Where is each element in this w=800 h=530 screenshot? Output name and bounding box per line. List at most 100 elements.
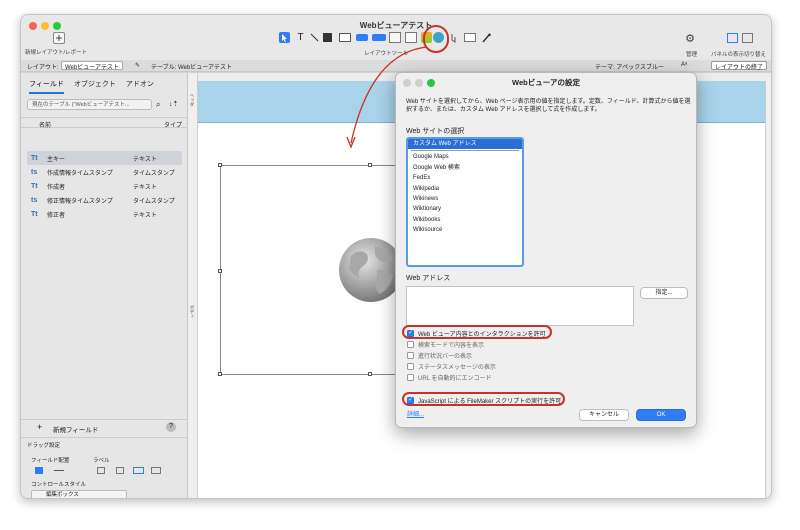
new-field-row[interactable]: + 新規フィールド ?	[21, 419, 188, 434]
format-painter-icon[interactable]	[449, 32, 459, 43]
field-type: タイムスタンプ	[133, 198, 175, 205]
aa-label[interactable]: Aᵃ	[681, 62, 687, 68]
col-type: タイプ	[164, 123, 183, 129]
field-row[interactable]: ts 作成情報タイムスタンプ タイムスタンプ	[27, 165, 182, 179]
option-row[interactable]: ステータスメッセージの表示	[407, 361, 496, 371]
website-list-item[interactable]: Wikipedia	[408, 184, 522, 194]
portal-tool-icon[interactable]	[405, 32, 417, 43]
option-label: ステータスメッセージの表示	[418, 364, 496, 371]
theme-label: テーマ: アペックスブルー	[595, 65, 665, 71]
web-address-field[interactable]	[406, 286, 634, 326]
text-field-icon: Tt	[31, 210, 38, 218]
rectangle-tool-icon[interactable]	[323, 33, 332, 42]
manage-label: 管理	[686, 52, 698, 58]
fields-pane: フィールド オブジェクト アドオン 現在のテーブル ("Webビューアテスト..…	[21, 73, 188, 498]
specify-button[interactable]: 指定...	[640, 287, 688, 299]
drag-settings: ドラッグ設定 フィールド配置 ラベル コントロールスタイル 編集ボックス	[21, 437, 188, 498]
option-label: URL を自動的にエンコード	[418, 375, 492, 382]
exit-layout-button[interactable]: レイアウトの終了	[711, 61, 768, 71]
canvas-scrollbar[interactable]	[765, 81, 771, 498]
tab-fields[interactable]: フィールド	[29, 79, 64, 94]
checkbox-icon[interactable]	[407, 373, 414, 381]
cancel-button[interactable]: キャンセル	[579, 409, 629, 421]
checkbox-icon[interactable]	[407, 362, 414, 370]
resize-handle[interactable]	[368, 372, 372, 376]
site-heading: Web サイトの選択	[406, 128, 465, 135]
right-panel-toggle-icon[interactable]	[742, 33, 753, 43]
resize-handle[interactable]	[218, 269, 222, 273]
web-viewer-setup-dialog: Webビューアの設定 Web サイトを選択してから、Web ページ表示用の値を指…	[395, 72, 697, 428]
sidebar-tabs: フィールド オブジェクト アドオン	[29, 79, 154, 94]
website-list-item[interactable]: FedEx	[408, 173, 522, 183]
website-list-item[interactable]: Wikisource	[408, 225, 522, 235]
table-label: テーブル: Webビューアテスト	[151, 65, 232, 71]
control-style-select[interactable]: 編集ボックス	[31, 490, 127, 498]
body-part-label[interactable]: ボディ	[189, 305, 195, 319]
add-icon[interactable]: +	[37, 422, 42, 432]
tab-addons[interactable]: アドオン	[126, 79, 154, 94]
option-label: 進行状況バーの表示	[418, 353, 473, 360]
checkbox-icon[interactable]	[407, 340, 414, 348]
resize-handle[interactable]	[218, 372, 222, 376]
search-icon[interactable]: ⌕	[156, 100, 160, 110]
new-layout-icon[interactable]	[53, 32, 65, 44]
new-layout-label: 新規レイアウト/レポート	[25, 50, 88, 56]
field-tool-icon[interactable]	[339, 33, 351, 42]
header-part-label[interactable]: ヘッダ	[189, 93, 195, 107]
annotation-oval	[402, 392, 565, 406]
tab-objects[interactable]: オブジェクト	[74, 79, 116, 94]
pointer-tool-icon[interactable]	[279, 32, 290, 43]
field-row[interactable]: Tt 主キー テキスト	[27, 151, 182, 165]
website-list-item[interactable]: Google Web 検索	[408, 163, 522, 173]
field-type: テキスト	[133, 212, 157, 219]
website-list-item[interactable]: カスタム Web アドレス	[408, 139, 522, 150]
eyedropper-icon[interactable]	[481, 32, 491, 43]
popover-tool-icon[interactable]	[464, 33, 476, 42]
website-list-item[interactable]: Google Maps	[408, 152, 522, 162]
website-list-item[interactable]: Wiktionary	[408, 204, 522, 214]
gear-icon[interactable]: ⚙	[683, 32, 697, 45]
option-row[interactable]: URL を自動的にエンコード	[407, 372, 491, 382]
field-row[interactable]: ts 修正情報タイムスタンプ タイムスタンプ	[27, 193, 182, 207]
tab-control-tool-icon[interactable]	[389, 32, 401, 43]
vertical-ruler: ヘッダ ボディ	[188, 73, 198, 498]
checkbox-icon[interactable]	[407, 351, 414, 359]
label-left-icon[interactable]	[133, 467, 144, 474]
help-button[interactable]: ?	[166, 422, 176, 432]
website-list-item[interactable]: Wikinews	[408, 194, 522, 204]
field-name: 作成者	[47, 184, 66, 191]
pencil-icon[interactable]: ✎	[135, 62, 140, 69]
sort-icon[interactable]: ↓⇡	[169, 100, 178, 108]
resize-handle[interactable]	[368, 163, 372, 167]
resize-handle[interactable]	[218, 163, 222, 167]
website-list-item[interactable]: Wikibooks	[408, 215, 522, 225]
line-tool-icon[interactable]	[309, 32, 320, 43]
field-placement-label: フィールド配置	[31, 458, 70, 464]
left-panel-toggle-icon[interactable]	[727, 33, 738, 43]
table-select[interactable]: 現在のテーブル ("Webビューアテスト...	[27, 99, 152, 110]
label-top-icon[interactable]	[116, 467, 124, 474]
layout-select[interactable]: Webビューアテスト	[61, 61, 123, 71]
button-tool-icon[interactable]	[356, 34, 368, 41]
details-link[interactable]: 詳細...	[407, 409, 424, 418]
field-row[interactable]: Tt 修正者 テキスト	[27, 207, 182, 221]
label-none-icon[interactable]	[97, 467, 105, 474]
timestamp-field-icon: ts	[31, 168, 38, 176]
field-name: 修正情報タイムスタンプ	[47, 198, 113, 205]
field-row[interactable]: Tt 作成者 テキスト	[27, 179, 182, 193]
dialog-description: Web サイトを選択してから、Web ページ表示用の値を指定します。定数、フィー…	[406, 99, 691, 113]
option-row[interactable]: 検索モードで内容を表示	[407, 339, 484, 349]
ok-button[interactable]: OK	[636, 409, 686, 421]
label-label: ラベル	[93, 458, 110, 464]
text-tool-icon[interactable]: T	[295, 32, 306, 43]
placement-horizontal-icon[interactable]	[54, 470, 64, 471]
field-type: テキスト	[133, 156, 157, 163]
label-right-icon[interactable]	[151, 467, 161, 474]
button-bar-tool-icon[interactable]	[372, 34, 386, 41]
panel-toggle-label: パネルの表示切り替え	[711, 52, 767, 58]
option-row[interactable]: 進行状況バーの表示	[407, 350, 472, 360]
field-type: テキスト	[133, 184, 157, 191]
placement-vertical-icon[interactable]	[35, 467, 43, 474]
website-list[interactable]: カスタム Web アドレス Google Maps Google Web 検索 Fed…	[406, 137, 524, 267]
layout-prefix: レイアウト:	[27, 65, 59, 71]
